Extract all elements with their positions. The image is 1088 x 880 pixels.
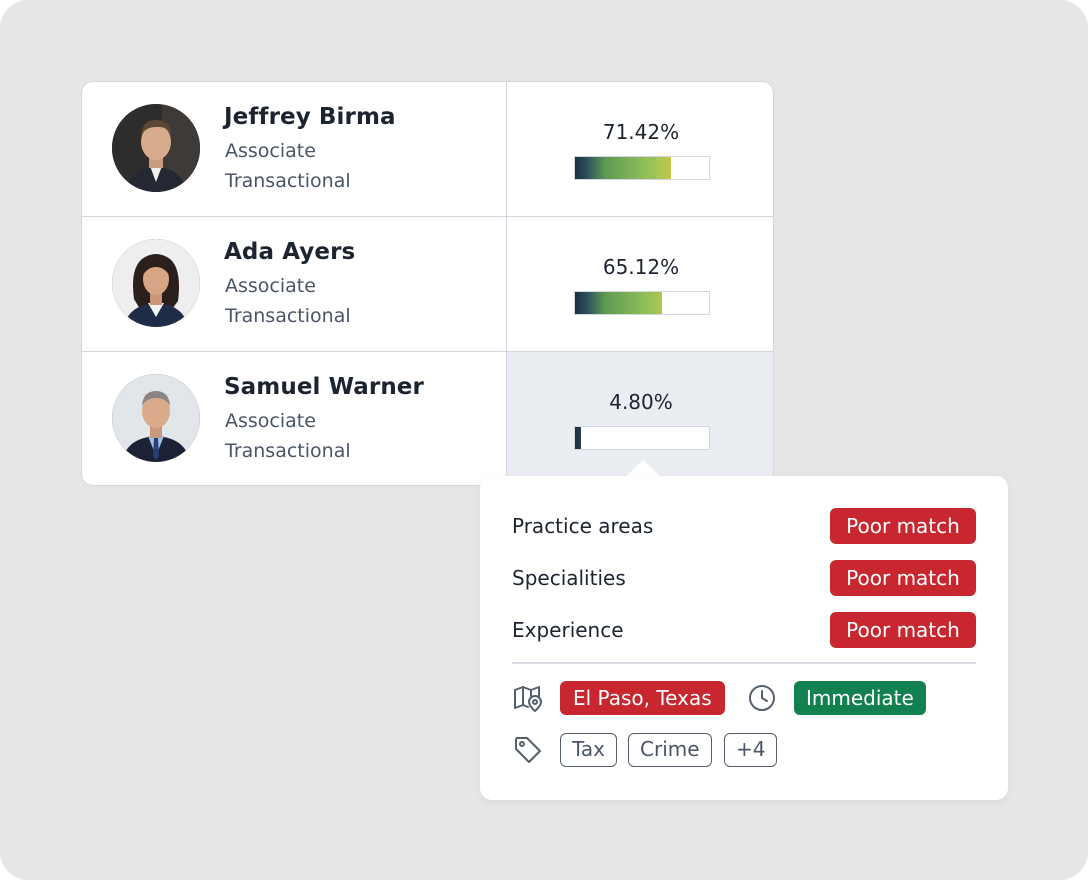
candidate-cell[interactable]: Samuel Warner Associate Transactional xyxy=(82,352,507,485)
table-row[interactable]: Samuel Warner Associate Transactional 4.… xyxy=(82,351,773,485)
match-progress-bar xyxy=(574,426,710,450)
candidate-role: Associate xyxy=(225,275,316,297)
availability-badge: Immediate xyxy=(794,681,926,715)
candidate-name: Ada Ayers xyxy=(224,239,356,265)
clock-icon xyxy=(746,682,778,714)
match-progress-fill xyxy=(575,427,582,449)
tag-icon xyxy=(512,734,544,766)
candidate-table: Jeffrey Birma Associate Transactional 71… xyxy=(81,81,774,486)
skill-tag[interactable]: Crime xyxy=(628,733,712,767)
criterion-status-badge: Poor match xyxy=(830,612,976,648)
map-pin-icon xyxy=(512,682,544,714)
avatar xyxy=(112,104,200,192)
match-percent: 65.12% xyxy=(602,255,680,279)
candidate-role: Associate xyxy=(225,410,316,432)
candidate-name: Samuel Warner xyxy=(224,374,424,400)
criterion-status-badge: Poor match xyxy=(830,560,976,596)
candidate-department: Transactional xyxy=(225,440,351,462)
match-percent: 71.42% xyxy=(602,120,680,144)
more-tags-button[interactable]: +4 xyxy=(724,733,778,767)
candidate-department: Transactional xyxy=(225,305,351,327)
candidate-cell[interactable]: Jeffrey Birma Associate Transactional xyxy=(82,82,507,217)
match-progress-fill xyxy=(575,292,663,314)
candidate-name: Jeffrey Birma xyxy=(224,104,396,130)
candidate-department: Transactional xyxy=(225,170,351,192)
match-score-cell[interactable]: 71.42% xyxy=(507,82,773,217)
popover-arrow xyxy=(625,460,661,477)
criterion-label: Experience xyxy=(512,618,624,642)
candidate-cell[interactable]: Ada Ayers Associate Transactional xyxy=(82,217,507,352)
criterion-label: Practice areas xyxy=(512,514,654,538)
skill-tag[interactable]: Tax xyxy=(560,733,617,767)
match-score-cell[interactable]: 65.12% xyxy=(507,217,773,352)
avatar xyxy=(112,239,200,327)
match-progress-fill xyxy=(575,157,671,179)
match-details-popover: Practice areas Poor match Specialities P… xyxy=(480,476,1008,800)
criterion-label: Specialities xyxy=(512,566,626,590)
table-row[interactable]: Ada Ayers Associate Transactional 65.12% xyxy=(82,216,773,352)
divider xyxy=(512,662,976,664)
match-percent: 4.80% xyxy=(609,390,673,414)
location-badge: El Paso, Texas xyxy=(560,681,725,715)
avatar xyxy=(112,374,200,462)
match-progress-bar xyxy=(574,156,710,180)
candidate-role: Associate xyxy=(225,140,316,162)
table-row[interactable]: Jeffrey Birma Associate Transactional 71… xyxy=(82,82,773,217)
criterion-status-badge: Poor match xyxy=(830,508,976,544)
match-progress-bar xyxy=(574,291,710,315)
